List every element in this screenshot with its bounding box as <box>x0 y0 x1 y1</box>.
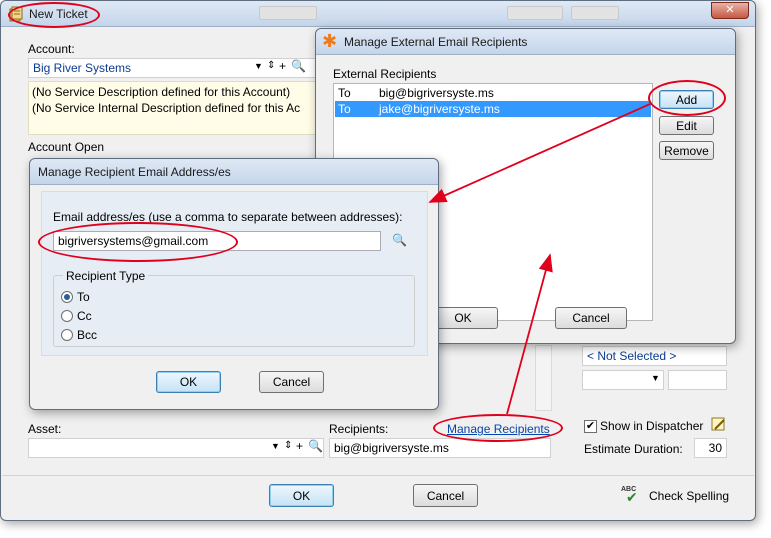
recipient-type: To <box>338 102 351 116</box>
radio-bcc-label: Bcc <box>77 328 98 342</box>
add-button[interactable]: Add <box>659 90 714 109</box>
close-icon[interactable]: ✕ <box>711 2 749 19</box>
recipient-email: jake@bigriversyste.ms <box>379 102 500 116</box>
service-description-text: (No Service Description defined for this… <box>32 85 291 99</box>
radio-cc[interactable]: Cc <box>61 308 121 324</box>
estimate-duration-label: Estimate Duration: <box>584 442 683 456</box>
search-icon[interactable]: 🔍 <box>308 439 323 453</box>
recipient-email: big@bigriversyste.ms <box>379 86 494 100</box>
account-open-label: Account Open <box>28 140 105 154</box>
email-address-value: bigriversystems@gmail.com <box>58 234 209 248</box>
recipient-type: To <box>338 86 351 100</box>
account-value: Big River Systems <box>33 61 132 75</box>
background-toolbar-item <box>571 6 619 20</box>
manage-recipients-link[interactable]: Manage Recipients <box>447 422 550 436</box>
email-ok-button[interactable]: OK <box>156 371 221 393</box>
radio-bcc[interactable]: Bcc <box>61 327 121 343</box>
right-dropdown[interactable]: ▼ <box>582 370 664 390</box>
new-ticket-title: New Ticket <box>29 7 88 21</box>
radio-bcc-button[interactable] <box>61 329 73 341</box>
not-selected-value: < Not Selected > <box>587 349 677 363</box>
email-address-title: Manage Recipient Email Address/es <box>38 165 231 179</box>
ticket-icon <box>9 6 23 22</box>
asset-select[interactable]: ▼ ⇕ + 🔍 <box>28 438 324 458</box>
edit-button[interactable]: Edit <box>659 116 714 135</box>
show-in-dispatcher-label: Show in Dispatcher <box>600 419 704 433</box>
dispatcher-edit-icon[interactable] <box>711 417 727 433</box>
recipients-field[interactable]: big@bigriversyste.ms <box>329 438 551 458</box>
sort-icon[interactable]: ⇕ <box>267 60 275 71</box>
cancel-button[interactable]: Cancel <box>413 484 478 507</box>
external-recipients-title: Manage External Email Recipients <box>344 35 528 49</box>
sort-icon[interactable]: ⇕ <box>284 440 292 451</box>
email-address-dialog: Manage Recipient Email Address/es Email … <box>29 158 439 410</box>
background-toolbar-item <box>259 6 317 20</box>
chevron-down-icon[interactable]: ▼ <box>271 441 280 451</box>
radio-to[interactable]: To <box>61 289 121 305</box>
bottom-divider <box>2 475 754 476</box>
recipient-type-label: Recipient Type <box>63 269 149 283</box>
external-cancel-button[interactable]: Cancel <box>555 307 627 329</box>
add-icon[interactable]: + <box>296 439 303 453</box>
email-address-input[interactable]: bigriversystems@gmail.com <box>53 231 381 251</box>
account-label: Account: <box>28 42 75 56</box>
radio-to-label: To <box>77 290 90 304</box>
search-icon[interactable]: 🔍 <box>392 233 407 247</box>
radio-cc-label: Cc <box>77 309 92 323</box>
chevron-down-icon[interactable]: ▼ <box>254 61 263 71</box>
ok-button[interactable]: OK <box>269 484 334 507</box>
radio-to-button[interactable] <box>61 291 73 303</box>
list-item[interactable]: To jake@bigriversyste.ms <box>335 101 651 117</box>
chevron-down-icon[interactable]: ▼ <box>651 373 660 383</box>
description-scrollbar[interactable] <box>535 345 552 411</box>
add-icon[interactable]: + <box>279 59 286 73</box>
show-in-dispatcher-checkbox[interactable]: ✔ <box>584 420 597 433</box>
account-select[interactable]: Big River Systems ▼ ⇕ + 🔍 <box>28 58 320 78</box>
list-item[interactable]: To big@bigriversyste.ms <box>335 85 651 101</box>
asterisk-icon: ✱ <box>322 31 338 51</box>
email-cancel-button[interactable]: Cancel <box>259 371 324 393</box>
radio-cc-button[interactable] <box>61 310 73 322</box>
external-recipients-titlebar: ✱ Manage External Email Recipients <box>316 29 735 55</box>
new-ticket-titlebar: New Ticket ✕ <box>1 1 755 27</box>
service-internal-description-text: (No Service Internal Description defined… <box>32 101 301 115</box>
right-text-field[interactable] <box>668 370 727 390</box>
email-address-titlebar: Manage Recipient Email Address/es <box>30 159 438 185</box>
estimate-duration-field[interactable]: 30 <box>694 438 727 458</box>
external-recipients-label: External Recipients <box>333 67 437 81</box>
email-address-label: Email address/es (use a comma to separat… <box>53 210 403 224</box>
asset-label: Asset: <box>28 422 62 436</box>
check-spelling-label[interactable]: Check Spelling <box>649 489 729 503</box>
remove-button[interactable]: Remove <box>659 141 714 160</box>
checkmark-icon: ✔ <box>626 489 638 505</box>
recipients-label: Recipients: <box>329 422 389 436</box>
estimate-duration-value: 30 <box>708 441 722 455</box>
not-selected-field[interactable]: < Not Selected > <box>582 346 727 366</box>
recipients-value: big@bigriversyste.ms <box>334 441 449 455</box>
search-icon[interactable]: 🔍 <box>291 59 306 73</box>
service-description-panel: (No Service Description defined for this… <box>28 81 320 135</box>
spell-check-icon[interactable]: ABC ✔ <box>621 486 641 505</box>
background-toolbar-item <box>507 6 563 20</box>
